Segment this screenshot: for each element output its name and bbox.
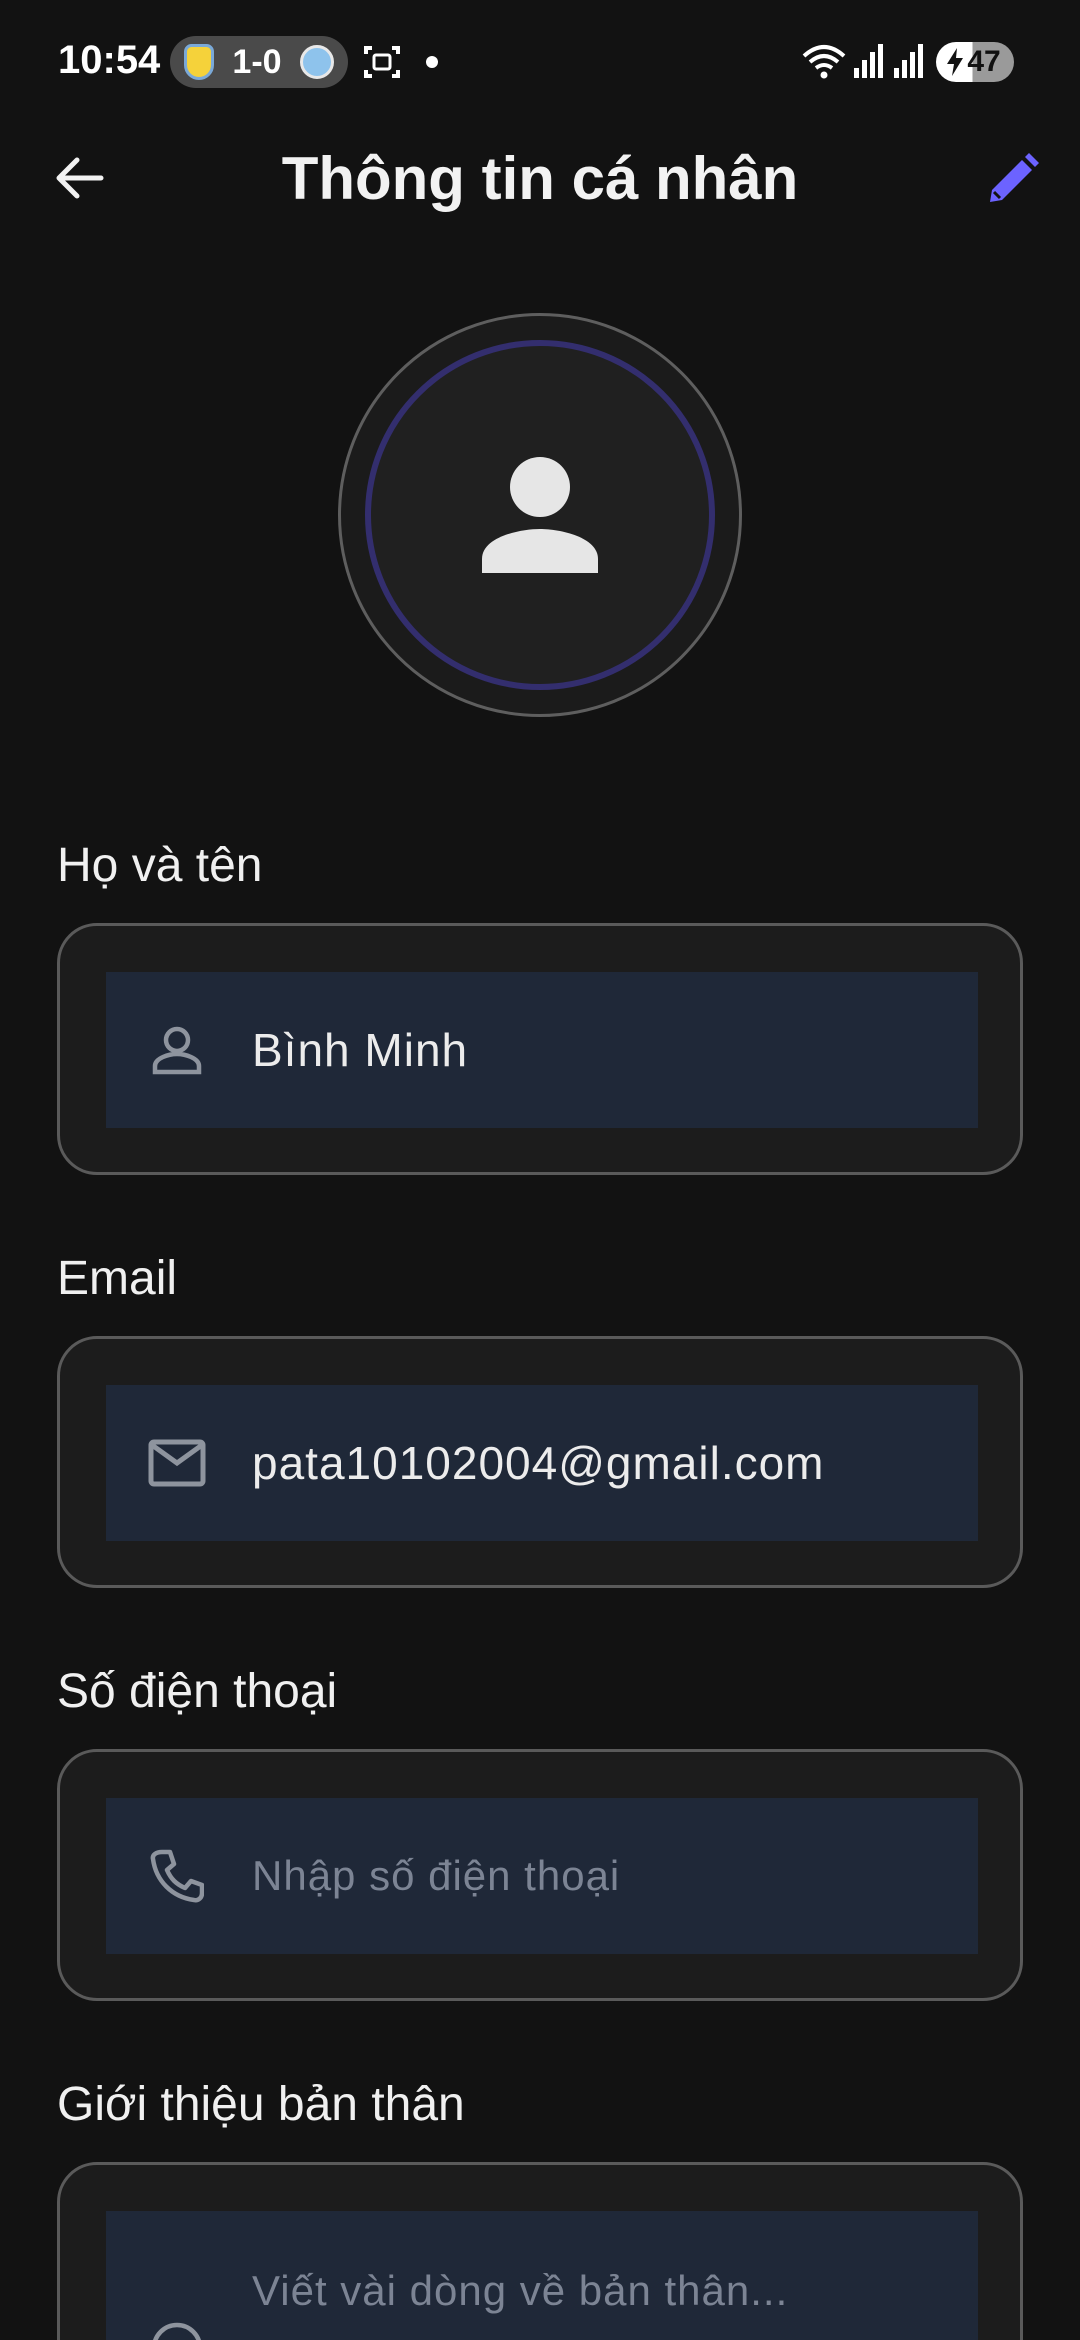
status-time: 10:54 — [58, 38, 161, 82]
notification-dot-icon — [426, 56, 438, 68]
phone-icon — [142, 1841, 212, 1911]
battery-level: 47 — [967, 45, 1001, 78]
edit-profile-button[interactable] — [980, 148, 1044, 212]
home-team-badge-icon — [184, 44, 214, 80]
bio-field-card: Viết vài dòng về bản thân... — [57, 2162, 1023, 2340]
email-value: pata10102004@gmail.com — [252, 1437, 825, 1489]
live-score-pill[interactable]: 1-0 — [170, 36, 348, 88]
wifi-icon — [802, 42, 848, 87]
bio-label: Giới thiệu bản thân — [57, 2078, 465, 2131]
info-icon — [142, 2313, 212, 2340]
signal-icon-1 — [852, 42, 884, 85]
charging-bolt-icon — [947, 48, 963, 76]
email-label: Email — [57, 1252, 178, 1305]
avatar[interactable] — [338, 313, 742, 717]
name-value: Bình Minh — [252, 1024, 469, 1076]
signal-icon-2 — [892, 42, 924, 85]
page-title: Thông tin cá nhân — [281, 145, 799, 212]
phone-field-card: Nhập số điện thoại — [57, 1749, 1023, 2001]
avatar-image — [365, 340, 715, 690]
bio-input[interactable]: Viết vài dòng về bản thân... — [106, 2211, 978, 2340]
phone-placeholder: Nhập số điện thoại — [252, 1852, 621, 1899]
away-team-badge-icon — [299, 45, 334, 79]
phone-label: Số điện thoại — [57, 1665, 338, 1718]
person-icon — [482, 457, 598, 573]
name-input[interactable]: Bình Minh — [106, 972, 978, 1128]
bio-placeholder: Viết vài dòng về bản thân... — [252, 2267, 789, 2314]
name-label: Họ và tên — [57, 839, 263, 892]
live-score: 1-0 — [232, 42, 282, 81]
person-outline-icon — [142, 1015, 212, 1085]
screenshot-icon — [362, 42, 402, 87]
email-field-card: pata10102004@gmail.com — [57, 1336, 1023, 1588]
name-field-card: Bình Minh — [57, 923, 1023, 1175]
app-bar: Thông tin cá nhân — [0, 126, 1080, 230]
status-bar: 10:54 1-0 47 — [0, 0, 1080, 126]
edit-pencil-icon — [990, 153, 1039, 202]
email-input[interactable]: pata10102004@gmail.com — [106, 1385, 978, 1541]
email-icon — [142, 1428, 212, 1498]
phone-input[interactable]: Nhập số điện thoại — [106, 1798, 978, 1954]
battery-indicator: 47 — [936, 42, 1014, 82]
profile-screen: 10:54 1-0 47 Thông tin cá nhân Họ và tên… — [0, 0, 1080, 2340]
